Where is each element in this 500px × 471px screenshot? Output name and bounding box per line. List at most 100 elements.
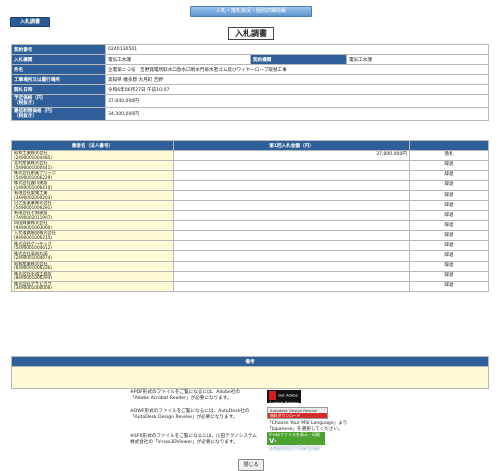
bid-result: 辞退 — [409, 160, 489, 172]
column-header-amount: 第1回入札金額（円） — [173, 140, 410, 151]
adobe-reader-badge[interactable]: Get Adobe Acrobat Reader — [267, 390, 301, 405]
autodesk-design-review-badge[interactable]: Autodesk Design Review 無料ダウンロード — [267, 407, 328, 419]
contract-info-table: 契約番号 0240130501 入札機関 電気工水課 契約機関 電気工水課 件名… — [11, 44, 489, 121]
bid-result: 辞退 — [409, 220, 489, 232]
bidder-cell: 株式会社水道工務店 (8490001006394) — [11, 270, 174, 282]
bidder-corporate-number: (5490001004612) — [14, 244, 52, 250]
bidder-corporate-number: (5490001000441) — [14, 164, 52, 170]
bid-amount — [173, 220, 410, 232]
table-row: 株式会社ケーテック (5490001004612) 辞退 — [11, 240, 489, 252]
bid-amount — [173, 260, 410, 272]
bid-result: 落札 — [409, 149, 489, 162]
table-row: 有限会社七和建設 (7490002011907) 辞退 — [11, 210, 489, 222]
bidder-cell: 入交道路施設株式会社 (9490001006215) — [11, 230, 174, 242]
bid-result: 辞退 — [409, 270, 489, 282]
table-row: 株式会社アサヒガワ (3490001000006) 辞退 — [11, 280, 489, 292]
bid-result: 辞退 — [409, 200, 489, 212]
value-contract-number: 0240130501 — [105, 44, 489, 55]
table-row: 有限会社愛電工業 (3490002000203) 辞退 — [11, 190, 489, 202]
table-row: 株式会社轟川建設 (1490001006410) 辞退 — [11, 180, 489, 192]
label-minimum-price: 最低制限価格（円） （税抜き） — [11, 107, 106, 121]
bidder-cell: 株式会社ケーテック (5490001004612) — [11, 240, 174, 252]
bid-results-table: 業者名（法人番号） 第1回入札金額（円） 昭和工業株式会社 (2490001004… — [11, 140, 489, 292]
bidder-cell: 北村産業株式会社 (5490001000441) — [11, 160, 174, 172]
bid-amount — [173, 210, 410, 222]
bid-amount — [173, 250, 410, 262]
value-location: 高知県 幡多郡 大月町 吉野 — [105, 74, 489, 85]
label-subject: 件名 — [11, 64, 106, 75]
bid-rows: 昭和工業株式会社 (2490001004485) 37,800,000円 落札 北村産業… — [11, 149, 489, 292]
bidder-corporate-number: (7490002011907) — [14, 214, 52, 220]
table-row: 北村産業株式会社 (5490001000441) 辞退 — [11, 160, 489, 172]
remarks-table: 備考 — [11, 356, 489, 389]
bid-result: 辞退 — [409, 250, 489, 262]
bid-result: 辞退 — [409, 180, 489, 192]
remarks-heading: 備考 — [11, 356, 489, 367]
label-location: 工事場所又は履行場所 — [11, 74, 106, 85]
bidder-cell: 株式会社アサヒガワ (3490001000006) — [11, 280, 174, 292]
bidder-corporate-number: (2490001004674) — [14, 254, 52, 260]
bidder-cell: 株式会社創風ブリッジ (5490001006229) — [11, 170, 174, 182]
bid-amount — [173, 270, 410, 282]
value-estimated-price: 37,840,000円 — [105, 94, 489, 108]
table-row: 入交道路施設株式会社 (9490001006215) 辞退 — [11, 230, 489, 242]
page-banner: 入札・落札状況・個別詳細情報 — [190, 6, 312, 17]
value-subject: 企電第ニ-2号 吉野発電所取水口放水口制水門扉水密ゴム及びワイヤーロープ取替工事 — [105, 64, 489, 75]
table-row: 株式会社創風ブリッジ (5490001006229) 辞退 — [11, 170, 489, 182]
sfx-note: ※SFX形式のファイルをご覧になるには、川田テクノシステム株式会社の「V-nas… — [130, 434, 257, 446]
remarks-body — [11, 366, 489, 389]
bidder-cell: 株式会社高知丸高 (2490001004674) — [11, 250, 174, 262]
label-estimated-price: 予定価格（円） （税抜き） — [11, 94, 106, 108]
tab-bid-record[interactable]: 入札調書 — [10, 17, 50, 27]
label-contract-number: 契約番号 — [11, 44, 106, 55]
close-button[interactable]: 閉じる — [238, 459, 264, 471]
page-title: 入札調書 — [228, 27, 274, 40]
bidder-corporate-number: (5490001006291) — [14, 204, 52, 210]
bid-result: 辞退 — [409, 190, 489, 202]
bid-amount — [173, 160, 410, 172]
bid-amount — [173, 190, 410, 202]
bid-result: 辞退 — [409, 230, 489, 242]
bid-amount — [173, 230, 410, 242]
bid-amount — [173, 280, 410, 292]
bid-amount — [173, 200, 410, 212]
bidder-corporate-number: (6490001006236) — [14, 265, 52, 271]
column-header-result — [409, 140, 489, 151]
table-row: 四国興業株式会社 (9490001003060) 辞退 — [11, 220, 489, 232]
bidder-cell: 四国興業株式会社 (9490001003060) — [11, 220, 174, 232]
dwf-note: ※DWF形式のファイルをご覧になるには、AutoDesk社の「AutoDesk … — [130, 409, 250, 421]
value-contract-agency: 電気工水課 — [346, 54, 489, 65]
bid-result: 辞退 — [409, 240, 489, 252]
bidder-corporate-number: (1490001006410) — [14, 184, 52, 190]
v-nas-3d-viewer-badge[interactable]: V-nasファイルを表示・印刷 V-nas3DViewer ダウンロードはこちら — [267, 432, 325, 455]
label-contract-agency: 契約機関 — [250, 54, 347, 65]
bid-amount: 37,800,000円 — [173, 149, 410, 162]
bidder-cell: 昭和産業株式会社 (6490001006236) — [11, 260, 174, 272]
bidder-cell: 有限会社愛電工業 (3490002000203) — [11, 190, 174, 202]
bid-amount — [173, 180, 410, 192]
bidder-corporate-number: (2490001004485) — [14, 154, 52, 160]
pdf-note: ※PDF形式のファイルをご覧になるには、Adobe社の「Adobe Acroba… — [130, 390, 241, 402]
table-row: 昭和工業株式会社 (2490001004485) 37,800,000円 落札 — [11, 149, 489, 162]
table-row: 株式会社高知丸高 (2490001004674) 辞退 — [11, 250, 489, 262]
value-minimum-price: 34,300,000円 — [105, 107, 489, 121]
value-opening-datetime: 令和6年06月27日 午前10:07 — [105, 84, 489, 95]
value-bid-agency: 電気工水課 — [105, 54, 251, 65]
label-bid-agency: 入札機関 — [11, 54, 106, 65]
table-row: 昭和産業株式会社 (6490001006236) 辞退 — [11, 260, 489, 272]
bidder-corporate-number: (5490001006229) — [14, 174, 52, 180]
bidder-corporate-number: (8490001006394) — [14, 275, 52, 281]
bidder-cell: 株式会社轟川建設 (1490001006410) — [11, 180, 174, 192]
bid-result: 辞退 — [409, 280, 489, 292]
label-opening-datetime: 開札日時 — [11, 84, 106, 95]
column-header-bidder: 業者名（法人番号） — [11, 140, 174, 151]
bidder-corporate-number: (3490001000006) — [14, 285, 52, 291]
table-row: 株式会社水道工務店 (8490001006394) 辞退 — [11, 270, 489, 282]
bid-amount — [173, 240, 410, 252]
bid-result: 辞退 — [409, 210, 489, 222]
bidder-cell: 昭和工業株式会社 (2490001004485) — [11, 149, 174, 162]
bid-result: 辞退 — [409, 260, 489, 272]
bidder-corporate-number: (3490002000203) — [14, 194, 52, 200]
table-row: 日之出薬業株式会社 (5490001006291) 辞退 — [11, 200, 489, 212]
bid-result: 辞退 — [409, 170, 489, 182]
